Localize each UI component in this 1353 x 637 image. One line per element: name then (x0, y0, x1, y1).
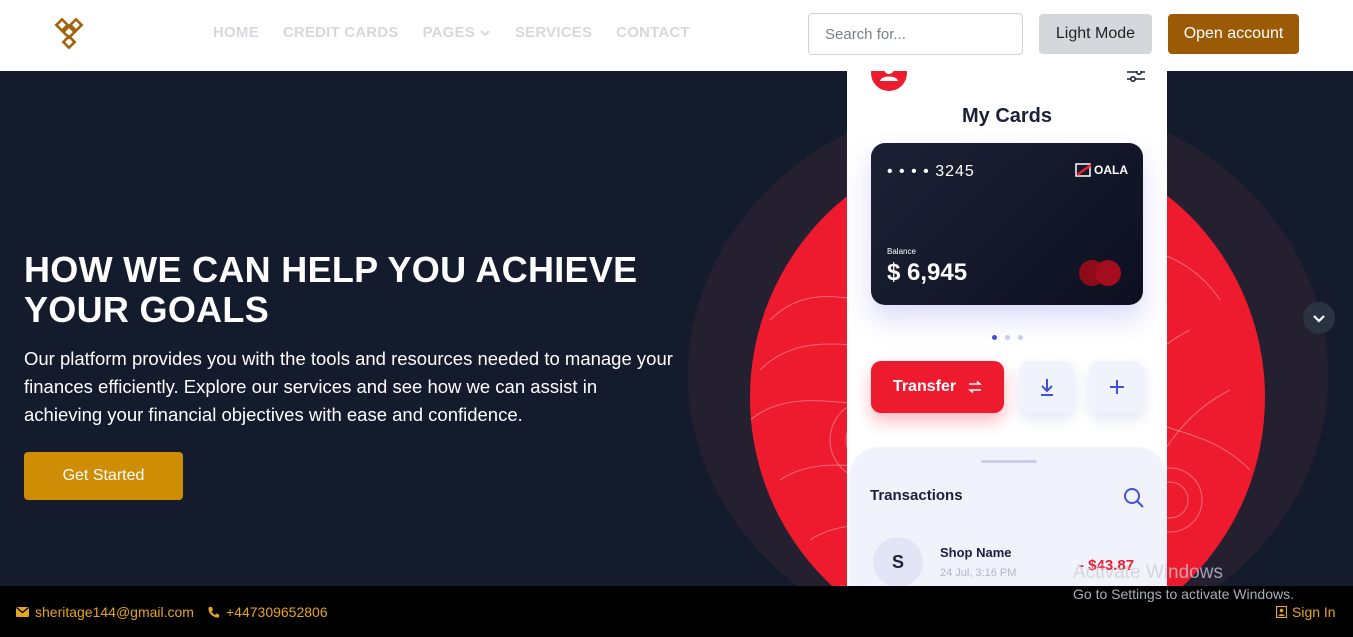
carousel-dot[interactable] (1004, 335, 1010, 340)
chevron-down-icon (1313, 315, 1325, 323)
credit-card: • • • • 3245 OALA Balance $ 6,945 (871, 143, 1143, 305)
mastercard-logo-icon (1079, 260, 1121, 286)
nav-link-contact[interactable]: CONTACT (616, 24, 690, 41)
transfer-button[interactable]: Transfer (871, 361, 1004, 413)
download-button[interactable] (1020, 361, 1074, 413)
carousel-dot[interactable] (991, 335, 997, 340)
drag-handle[interactable] (981, 460, 1037, 463)
footer-phone: +447309652806 (226, 604, 328, 620)
nav-link-credit-cards[interactable]: CREDIT CARDS (283, 24, 399, 41)
light-mode-button[interactable]: Light Mode (1039, 14, 1152, 54)
add-button[interactable] (1090, 361, 1144, 413)
card-number: • • • • 3245 (887, 163, 975, 180)
phone-icon (208, 606, 219, 618)
transactions-title: Transactions (870, 487, 963, 504)
download-icon (1041, 379, 1053, 396)
hero-title: HOW WE CAN HELP YOU ACHIEVE YOUR GOALS (24, 249, 638, 330)
nav-link-home[interactable]: HOME (213, 24, 259, 41)
chevron-down-icon (480, 29, 490, 36)
carousel-dot[interactable] (1017, 335, 1023, 340)
nav-link-pages-label: PAGES (422, 24, 475, 41)
open-account-button[interactable]: Open account (1168, 14, 1299, 54)
sign-in-label: Sign In (1292, 604, 1336, 620)
carousel-dots (847, 335, 1167, 340)
search-input[interactable] (808, 13, 1023, 55)
footer-email: sheritage144@gmail.com (35, 604, 194, 620)
get-started-button[interactable]: Get Started (24, 452, 183, 500)
card-brand: OALA (1075, 163, 1128, 177)
transaction-name: Shop Name (940, 545, 1012, 560)
scroll-down-button[interactable] (1303, 302, 1335, 334)
transfer-label: Transfer (892, 378, 957, 395)
search-icon[interactable] (1123, 487, 1145, 509)
sign-in-link[interactable]: Sign In (1276, 604, 1336, 620)
activate-windows-title: Activate Windows (1073, 562, 1223, 583)
user-badge-icon (1276, 606, 1287, 618)
nav-link-pages[interactable]: PAGES (423, 24, 491, 41)
nav-links: HOME CREDIT CARDS PAGES SERVICES CONTACT (213, 24, 690, 41)
hero-description: Our platform provides you with the tools… (24, 348, 673, 425)
card-brand-label: OALA (1094, 163, 1128, 177)
my-cards-title: My Cards (961, 105, 1053, 127)
plus-icon (1110, 380, 1124, 394)
footer-email-link[interactable]: sheritage144@gmail.com (16, 604, 194, 620)
footer-phone-link[interactable]: +447309652806 (207, 604, 328, 620)
top-navbar: HOME CREDIT CARDS PAGES SERVICES CONTACT… (0, 0, 1353, 71)
phone-mockup: My Cards • • • • 3245 OALA Balance $ 6,9… (847, 55, 1167, 586)
envelope-icon (16, 607, 29, 617)
card-balance: $ 6,945 (887, 259, 968, 286)
transaction-avatar: S (873, 537, 923, 586)
activate-windows-subtitle: Go to Settings to activate Windows. (1073, 586, 1294, 602)
swap-arrows-icon (968, 381, 983, 393)
nav-link-services[interactable]: SERVICES (515, 24, 592, 41)
transaction-date: 24 Jul, 3:16 PM (940, 567, 1017, 579)
brand-logo-icon[interactable] (50, 17, 90, 50)
card-balance-label: Balance (887, 247, 916, 256)
card-brand-icon (1075, 163, 1092, 177)
